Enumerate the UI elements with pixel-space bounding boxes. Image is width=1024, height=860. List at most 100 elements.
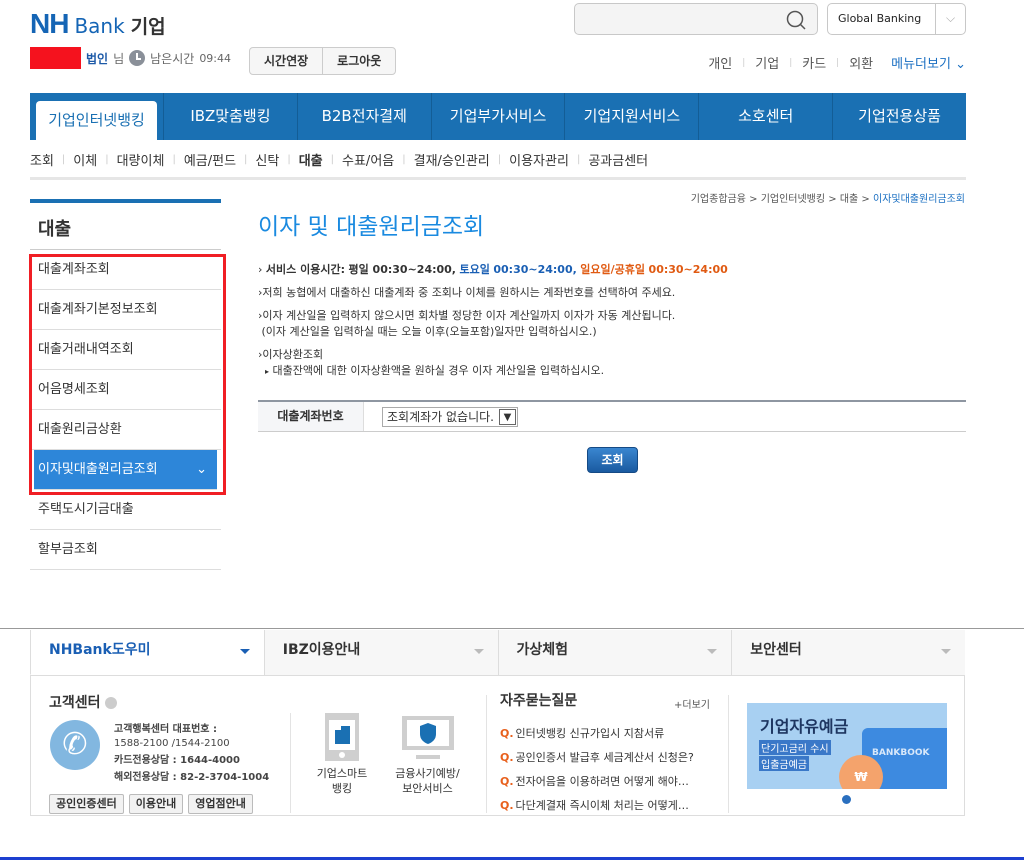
lnb-item[interactable]: 수표/어음 [342, 150, 394, 169]
faq-item[interactable]: Q. 인터넷뱅킹 신규가입시 지참서류 [500, 722, 694, 746]
faq-item[interactable]: Q. 공인인증서 발급후 세금계산서 신청은? [500, 746, 694, 770]
info-text-4: 이자상환조회 [262, 348, 324, 361]
tab-nhbank-helper[interactable]: NHBank도우미 [30, 630, 264, 675]
crumb-current: 이자및대출원리금조회 [873, 194, 965, 205]
link-card[interactable]: 카드 [802, 53, 826, 72]
lnb-item-active[interactable]: 대출 [299, 150, 323, 169]
faq-more-link[interactable]: +더보기 [674, 696, 710, 711]
app1-line1: 기업스마트 [316, 767, 368, 780]
info-text-3b: (이자 계산일을 입력하실 때는 오늘 이후(오늘포함)일자만 입력하십시오.) [261, 325, 597, 338]
lnb-item[interactable]: 대량이체 [117, 150, 165, 169]
cc-rep: 1588-2100 /1544-2100 [114, 738, 230, 749]
nh-bank-logo[interactable]: NH Bank 기업 [30, 8, 166, 40]
gnb-b2b[interactable]: B2B전자결제 [296, 93, 431, 140]
faq-item[interactable]: Q. 전자어음을 이용하려면 어떻게 해야… [500, 770, 694, 794]
link-corporate[interactable]: 기업 [755, 53, 779, 72]
weekday-hours: 평일 00:30~24:00, [348, 263, 456, 276]
page-title: 이자 및 대출원리금조회 [258, 214, 485, 240]
gnb-corporate-internet-banking[interactable]: 기업인터넷뱅킹 [36, 101, 157, 140]
customer-center-title[interactable]: 고객센터 [49, 692, 117, 712]
faq-text: 공인인증서 발급후 세금계산서 신청은? [515, 751, 694, 764]
sidebar-item[interactable]: 주택도시기금대출 [30, 490, 221, 530]
lnb-item[interactable]: 이체 [73, 150, 97, 169]
cc-overseas: 해외전용상담 : 82-2-3704-1004 [114, 772, 270, 783]
lnb-item[interactable]: 공과금센터 [588, 150, 648, 169]
logout-button[interactable]: 로그아웃 [322, 48, 395, 74]
sidebar-title: 대출 [30, 203, 221, 250]
tab-demo[interactable]: 가상체험 [497, 630, 732, 675]
sun-hours: 00:30~24:00 [648, 263, 728, 276]
account-select[interactable]: 조회계좌가 없습니다. ▼ [382, 407, 518, 427]
gnb-support[interactable]: 기업지원서비스 [564, 93, 698, 140]
sub-nav: 조회 | 이체 | 대량이체 | 예금/펀드 | 신탁 | 대출 | 수표/어음 | 결재/승… [30, 150, 648, 169]
search-icon[interactable] [785, 9, 807, 31]
extend-time-button[interactable]: 시간연장 [250, 48, 322, 74]
lnb-item[interactable]: 결재/승인관리 [414, 150, 490, 169]
info-line: ›이자상환조회 ▸ 대출잔액에 대한 이자상환액을 원하실 경우 이자 계산일을… [258, 348, 605, 377]
faq-text: 인터넷뱅킹 신규가입시 지참서류 [515, 727, 665, 740]
arrow-circle-icon [104, 697, 117, 709]
logo-bank: Bank [74, 14, 125, 38]
remaining-label: 남은시간 [150, 51, 195, 66]
carousel-dot[interactable] [842, 795, 851, 804]
smart-banking-link[interactable]: 기업스마트뱅킹 [307, 712, 377, 796]
security-service-link[interactable]: 금융사기예방/보안서비스 [385, 712, 470, 796]
lnb-item[interactable]: 이용자관리 [509, 150, 569, 169]
lnb-item[interactable]: 조회 [30, 150, 54, 169]
chevron-down-icon[interactable]: ▼ [499, 409, 516, 425]
account-form: 대출계좌번호 조회계좌가 없습니다. ▼ [258, 400, 966, 432]
crumb[interactable]: 대출 [840, 194, 858, 205]
shield-monitor-icon [401, 716, 454, 759]
global-banking-label: Global Banking [838, 12, 922, 25]
divider [728, 695, 729, 813]
info-line: ›이자 계산일을 입력하지 않으시면 회차별 정당한 이자 계산일까지 이자가 … [258, 309, 676, 338]
global-banking-select[interactable]: Global Banking ⌵ [827, 3, 966, 35]
link-forex[interactable]: 외환 [849, 53, 873, 72]
faq-q: Q. [500, 751, 514, 764]
redacted-username [30, 47, 81, 69]
branch-guide-button[interactable]: 영업점안내 [188, 794, 253, 814]
service-hours: › 서비스 이용시간: 평일 00:30~24:00, 토요일 00:30~24… [258, 263, 728, 276]
search-button[interactable]: 조회 [587, 447, 638, 473]
banner-title: 기업자유예금 [760, 717, 849, 736]
app1-line2: 뱅킹 [331, 782, 353, 795]
gnb-ibz[interactable]: IBZ맞춤뱅킹 [163, 93, 297, 140]
menu-more-label: 메뉴더보기 [891, 57, 951, 72]
lnb-item[interactable]: 신탁 [255, 150, 279, 169]
faq-q: Q. [500, 799, 514, 812]
svc-label: 서비스 이용시간: [265, 263, 345, 276]
faq-list: Q. 인터넷뱅킹 신규가입시 지참서류 Q. 공인인증서 발급후 세금계산서 신청은… [500, 722, 694, 818]
gnb-soho[interactable]: 소호센터 [698, 93, 832, 140]
info-text: › 서비스 이용시간: 평일 00:30~24:00, 토요일 00:30~24… [258, 262, 728, 387]
link-personal[interactable]: 개인 [708, 53, 732, 72]
cc-card: 카드전용상담 : 1644-4000 [114, 755, 240, 766]
menu-more-button[interactable]: 메뉴더보기 ⌄ [891, 53, 966, 72]
sidebar-item[interactable]: 할부금조회 [30, 530, 221, 570]
cc-title: 고객센터 [49, 695, 101, 711]
clock-icon [129, 50, 146, 66]
tab-security[interactable]: 보안센터 [731, 630, 965, 675]
crumb[interactable]: 기업인터넷뱅킹 [761, 194, 825, 205]
usage-guide-button[interactable]: 이용안내 [128, 794, 184, 814]
divider [30, 177, 966, 180]
tab-ibz-guide[interactable]: IBZ이용안내 [263, 630, 498, 675]
info-text-3: 이자 계산일을 입력하지 않으시면 회차별 정당한 이자 계산일까지 이자가 자… [262, 309, 676, 322]
crumb[interactable]: 기업종합금융 [691, 194, 746, 205]
logo-sub: 기업 [130, 16, 166, 38]
cert-center-button[interactable]: 공인인증센터 [49, 794, 124, 814]
promo-banner[interactable]: BANKBOOK ₩ 기업자유예금 단기고금리 수시 입출금예금 [747, 703, 947, 789]
search-input[interactable] [574, 3, 818, 35]
faq-item[interactable]: Q. 다단계결재 즉시이체 처리는 어떻게… [500, 794, 694, 818]
gnb-additional[interactable]: 기업부가서비스 [430, 93, 565, 140]
faq-title: 자주묻는질문 [500, 693, 578, 709]
lnb-item[interactable]: 예금/펀드 [184, 150, 236, 169]
banner-tag: 입출금예금 [759, 756, 809, 771]
chevron-down-icon: ⌄ [955, 57, 966, 72]
user-corp: 법인 [86, 51, 109, 66]
highlight-box [29, 254, 226, 495]
faq-q: Q. [500, 727, 514, 740]
chevron-down-icon[interactable]: ⌵ [935, 4, 965, 34]
gnb-products[interactable]: 기업전용상품 [832, 93, 966, 140]
remaining-time: 09:44 [199, 51, 232, 65]
app2-line2: 보안서비스 [402, 782, 453, 795]
